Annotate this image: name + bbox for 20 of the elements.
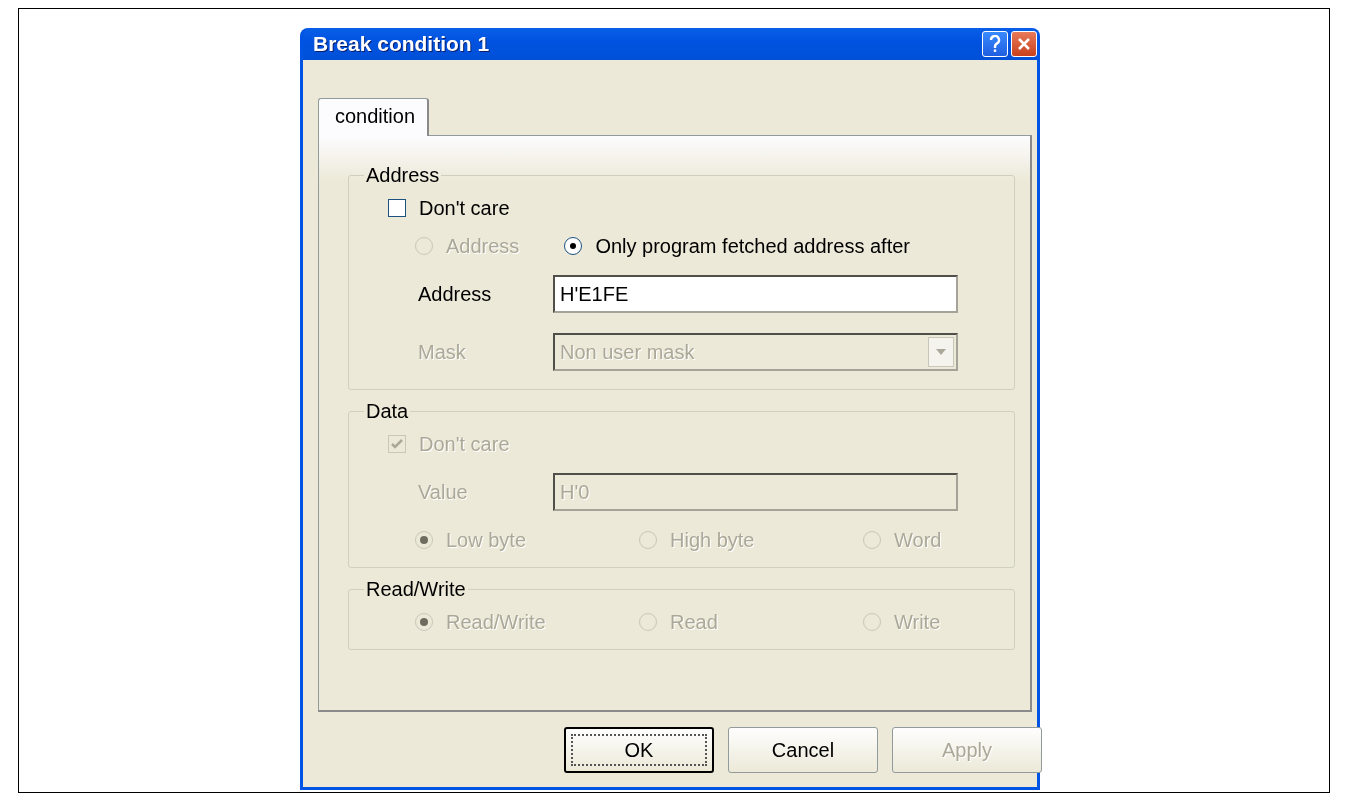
window-title: Break condition 1 (313, 32, 491, 56)
group-title: Address (365, 164, 441, 187)
close-button[interactable] (1011, 31, 1037, 57)
group-title: Data (365, 400, 410, 423)
dialog-button[interactable]: OK (564, 727, 714, 773)
group-title: Read/Write (365, 578, 467, 601)
field-label: Address (418, 282, 493, 306)
dont-care-checkbox[interactable]: Don't care (388, 189, 1014, 227)
input-field[interactable]: H'E1FE (553, 275, 958, 313)
help-icon (989, 35, 1001, 53)
field-label: Mask (418, 340, 467, 364)
radio-option[interactable]: Only program fetched address after (564, 234, 910, 258)
help-button[interactable] (982, 31, 1008, 57)
check-icon (391, 438, 403, 450)
close-icon (1017, 37, 1031, 51)
tab[interactable]: condition (318, 98, 430, 136)
dropdown-arrow-icon (936, 349, 946, 355)
radio-button-icon[interactable] (564, 237, 583, 255)
field-label: Value (418, 480, 469, 504)
dialog-button[interactable]: Cancel (728, 727, 878, 773)
